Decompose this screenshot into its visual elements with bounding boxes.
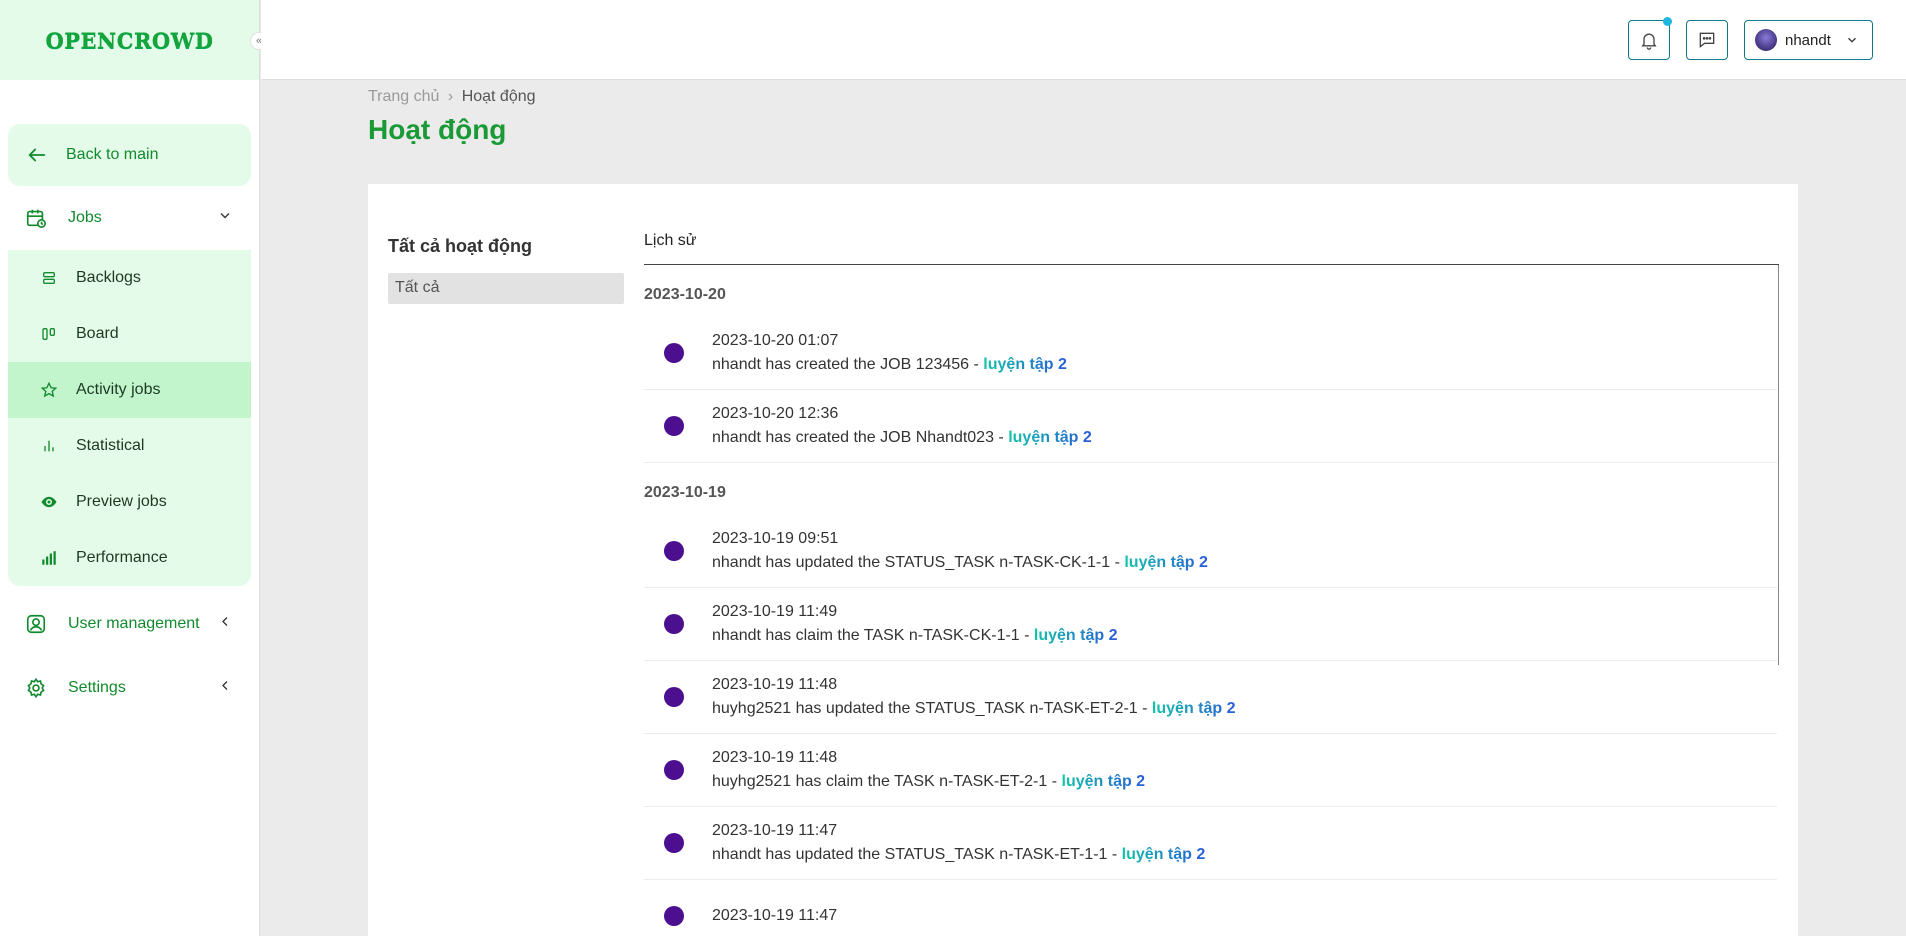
- sidebar-item-settings-label: Settings: [68, 679, 126, 696]
- entry-link[interactable]: luyện tập 2: [1124, 554, 1208, 571]
- filter-option-all[interactable]: Tất cả: [388, 273, 624, 304]
- top-header: nhandt: [261, 0, 1906, 80]
- entry-text: nhandt has claim the TASK n-TASK-CK-1-1 …: [712, 627, 1034, 644]
- jobs-submenu: Backlogs Board Activity jobs Statistical…: [8, 250, 251, 586]
- sidebar-item-activity-jobs[interactable]: Activity jobs: [8, 362, 251, 418]
- sidebar-item-settings[interactable]: Settings: [8, 656, 251, 720]
- calendar-icon: [24, 206, 48, 230]
- sidebar: OPENCROWD « Back to main Jobs Backlogs B…: [0, 0, 268, 936]
- list-item: 2023-10-19 11:48 huyhg2521 has updated t…: [644, 661, 1777, 734]
- statistical-icon: [40, 438, 58, 454]
- history-group-date: 2023-10-19: [644, 484, 726, 501]
- board-icon: [40, 326, 58, 342]
- activity-card: Tất cả hoạt động Tất cả Lịch sử 2023-10-…: [368, 184, 1798, 936]
- timeline-bullet: [664, 833, 684, 853]
- user-icon: [24, 612, 48, 636]
- sidebar-item-label: Board: [76, 325, 119, 342]
- entry-time: 2023-10-19 11:47: [712, 907, 838, 924]
- arrow-left-icon: [28, 148, 46, 162]
- chevron-left-icon: [217, 678, 233, 699]
- entry-text: nhandt has updated the STATUS_TASK n-TAS…: [712, 554, 1125, 571]
- timeline-bullet: [664, 541, 684, 561]
- username: nhandt: [1785, 31, 1831, 49]
- timeline-bullet: [664, 906, 684, 926]
- entry-text: huyhg2521 has claim the TASK n-TASK-ET-2…: [712, 773, 1062, 790]
- sidebar-item-jobs-label: Jobs: [68, 209, 102, 226]
- bell-icon: [1641, 33, 1657, 50]
- list-item: 2023-10-20 01:07 nhandt has created the …: [644, 317, 1777, 390]
- breadcrumb: Trang chủ › Hoạt động: [368, 88, 536, 106]
- list-item: 2023-10-19 11:49 nhandt has claim the TA…: [644, 588, 1777, 661]
- sidebar-item-board[interactable]: Board: [8, 306, 251, 362]
- backlogs-icon: [40, 270, 58, 286]
- timeline-bullet: [664, 760, 684, 780]
- breadcrumb-separator: ›: [447, 88, 454, 105]
- entry-link[interactable]: luyện tập 2: [1008, 429, 1092, 446]
- entry-time: 2023-10-19 11:47: [712, 822, 838, 839]
- sidebar-item-backlogs[interactable]: Backlogs: [8, 250, 251, 306]
- entry-text: huyhg2521 has updated the STATUS_TASK n-…: [712, 700, 1152, 717]
- sidebar-item-label: Performance: [76, 549, 168, 566]
- breadcrumb-current: Hoạt động: [461, 88, 536, 105]
- notifications-button[interactable]: [1628, 17, 1672, 60]
- page-title: Hoạt động: [368, 114, 507, 145]
- eye-icon: [40, 493, 58, 511]
- list-item: 2023-10-19 11:47: [644, 880, 1777, 936]
- entry-link[interactable]: luyện tập 2: [1122, 846, 1206, 863]
- entry-link[interactable]: luyện tập 2: [1062, 773, 1146, 790]
- entry-text: nhandt has created the JOB Nhandt023 -: [712, 429, 1009, 446]
- timeline-bullet: [664, 343, 684, 363]
- activity-icon: [40, 381, 58, 399]
- notification-dot: [1663, 17, 1672, 26]
- entry-time: 2023-10-20 01:07: [712, 332, 839, 349]
- list-item: 2023-10-19 09:51 nhandt has updated the …: [644, 515, 1777, 588]
- history-list: 2023-10-20 2023-10-20 01:07 nhandt has c…: [644, 265, 1779, 926]
- sidebar-item-label: Statistical: [76, 437, 145, 454]
- sidebar-item-performance[interactable]: Performance: [8, 530, 251, 586]
- list-item: 2023-10-20 12:36 nhandt has created the …: [644, 390, 1777, 463]
- timeline-bullet: [664, 614, 684, 634]
- chevron-down-icon: [217, 208, 233, 229]
- back-to-main-label: Back to main: [66, 146, 159, 163]
- breadcrumb-home[interactable]: Trang chủ: [368, 88, 439, 105]
- sidebar-item-user-management-label: User management: [68, 615, 200, 632]
- sidebar-item-jobs[interactable]: Jobs: [8, 186, 251, 250]
- sidebar-item-label: Activity jobs: [76, 381, 161, 398]
- entry-time: 2023-10-19 11:48: [712, 749, 838, 766]
- logo-area: OPENCROWD «: [0, 0, 268, 80]
- user-menu-button[interactable]: nhandt: [1744, 20, 1873, 60]
- avatar: [1755, 29, 1777, 51]
- sidebar-item-preview-jobs[interactable]: Preview jobs: [8, 474, 251, 530]
- timeline-bullet: [664, 687, 684, 707]
- sidebar-item-user-management[interactable]: User management: [8, 592, 251, 656]
- performance-icon: [40, 549, 58, 567]
- chevron-down-icon: [1847, 37, 1856, 43]
- chevron-left-icon: [217, 614, 233, 635]
- app-logo[interactable]: OPENCROWD: [45, 28, 213, 53]
- entry-time: 2023-10-19 11:48: [712, 676, 838, 693]
- history-panel: Lịch sử 2023-10-20 2023-10-20 01:07 nhan…: [644, 232, 1779, 926]
- sidebar-item-label: Preview jobs: [76, 493, 167, 510]
- entry-link[interactable]: luyện tập 2: [983, 356, 1067, 373]
- tab-history[interactable]: Lịch sử: [644, 232, 1779, 265]
- entry-text: nhandt has created the JOB 123456 -: [712, 356, 984, 373]
- chat-icon: [1699, 32, 1715, 49]
- filter-title: Tất cả hoạt động: [388, 236, 532, 256]
- sidebar-item-statistical[interactable]: Statistical: [8, 418, 251, 474]
- entry-time: 2023-10-19 11:49: [712, 603, 838, 620]
- sidebar-nav: Back to main Jobs Backlogs Board Activit: [0, 124, 259, 720]
- history-group-date: 2023-10-20: [644, 286, 726, 303]
- entry-time: 2023-10-19 09:51: [712, 530, 839, 547]
- back-to-main-button[interactable]: Back to main: [8, 124, 251, 186]
- list-item: 2023-10-19 11:47 nhandt has updated the …: [644, 807, 1777, 880]
- entry-link[interactable]: luyện tập 2: [1152, 700, 1236, 717]
- entry-text: nhandt has updated the STATUS_TASK n-TAS…: [712, 846, 1122, 863]
- timeline-bullet: [664, 416, 684, 436]
- entry-link[interactable]: luyện tập 2: [1034, 627, 1118, 644]
- messages-button[interactable]: [1686, 20, 1728, 60]
- gear-icon: [24, 676, 48, 700]
- list-item: 2023-10-19 11:48 huyhg2521 has claim the…: [644, 734, 1777, 807]
- sidebar-item-label: Backlogs: [76, 269, 141, 286]
- entry-time: 2023-10-20 12:36: [712, 405, 839, 422]
